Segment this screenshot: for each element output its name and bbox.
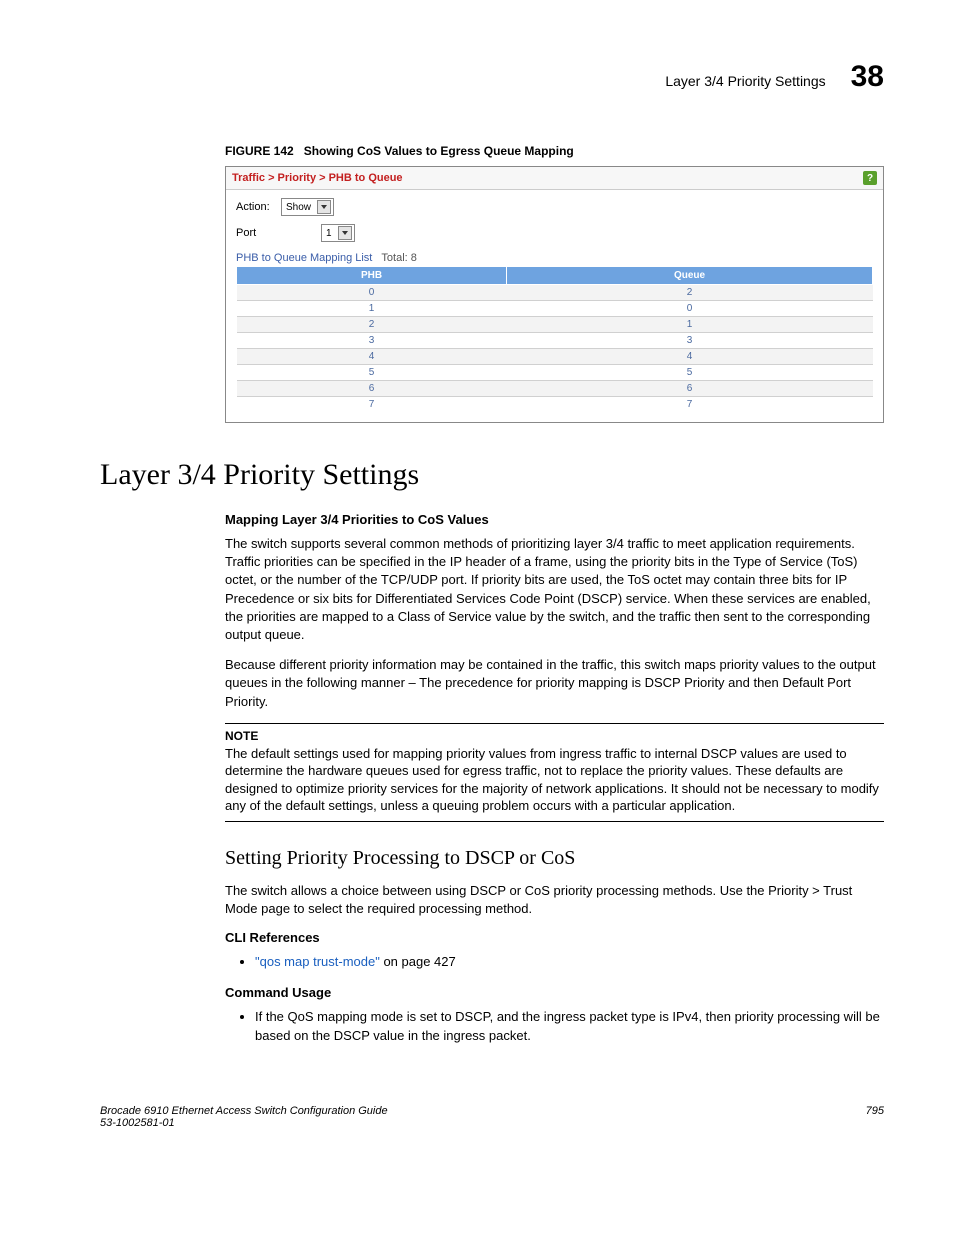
figure-caption-text: Showing CoS Values to Egress Queue Mappi… — [304, 144, 574, 158]
subheading-dscp-cos: Setting Priority Processing to DSCP or C… — [225, 847, 884, 870]
cell-phb: 6 — [237, 381, 507, 397]
mapping-table: PHB Queue 0210213344556677 — [236, 266, 873, 412]
figure-caption: FIGURE 142 Showing CoS Values to Egress … — [225, 144, 884, 158]
paragraph: Because different priority information m… — [225, 656, 884, 711]
cell-queue: 7 — [507, 397, 873, 413]
port-select[interactable]: 1 — [321, 224, 355, 242]
page-footer: Brocade 6910 Ethernet Access Switch Conf… — [100, 1105, 884, 1129]
cell-queue: 1 — [507, 317, 873, 333]
table-row: 21 — [237, 317, 873, 333]
footer-page-number: 795 — [866, 1105, 884, 1129]
cell-phb: 2 — [237, 317, 507, 333]
cell-queue: 6 — [507, 381, 873, 397]
mapping-list-title: PHB to Queue Mapping List Total: 8 — [236, 252, 873, 264]
cli-link[interactable]: "qos map trust-mode" — [255, 954, 380, 969]
command-usage-title: Command Usage — [225, 985, 884, 1000]
note-block: NOTE The default settings used for mappi… — [225, 723, 884, 822]
chapter-number: 38 — [851, 60, 884, 94]
action-select[interactable]: Show — [281, 198, 334, 216]
footer-doc-id: 53-1002581-01 — [100, 1117, 388, 1129]
cell-queue: 3 — [507, 333, 873, 349]
cell-phb: 1 — [237, 301, 507, 317]
breadcrumb: Traffic > Priority > PHB to Queue — [232, 172, 403, 184]
action-value: Show — [286, 202, 311, 213]
footer-doc-title: Brocade 6910 Ethernet Access Switch Conf… — [100, 1105, 388, 1117]
list-item: "qos map trust-mode" on page 427 — [255, 953, 884, 971]
cli-references-title: CLI References — [225, 930, 884, 945]
col-phb: PHB — [237, 267, 507, 285]
table-row: 55 — [237, 365, 873, 381]
cell-phb: 3 — [237, 333, 507, 349]
list-title-text: PHB to Queue Mapping List — [236, 252, 372, 264]
table-row: 66 — [237, 381, 873, 397]
header-section: Layer 3/4 Priority Settings — [665, 73, 825, 89]
action-label: Action: — [236, 201, 281, 213]
help-icon[interactable]: ? — [863, 171, 877, 185]
list-total: Total: 8 — [381, 252, 416, 264]
note-text: The default settings used for mapping pr… — [225, 745, 884, 815]
panel-header: Traffic > Priority > PHB to Queue ? — [226, 167, 883, 190]
note-title: NOTE — [225, 729, 884, 743]
col-queue: Queue — [507, 267, 873, 285]
table-row: 33 — [237, 333, 873, 349]
cell-phb: 4 — [237, 349, 507, 365]
table-row: 44 — [237, 349, 873, 365]
page-title: Layer 3/4 Priority Settings — [100, 458, 884, 492]
port-label: Port — [236, 227, 321, 239]
cell-phb: 5 — [237, 365, 507, 381]
chevron-down-icon — [317, 200, 331, 214]
cell-phb: 7 — [237, 397, 507, 413]
list-item: If the QoS mapping mode is set to DSCP, … — [255, 1008, 884, 1044]
chevron-down-icon — [338, 226, 352, 240]
config-panel: Traffic > Priority > PHB to Queue ? Acti… — [225, 166, 884, 423]
table-row: 77 — [237, 397, 873, 413]
table-row: 02 — [237, 285, 873, 301]
cell-queue: 2 — [507, 285, 873, 301]
figure-label: FIGURE 142 — [225, 144, 294, 158]
table-row: 10 — [237, 301, 873, 317]
cell-phb: 0 — [237, 285, 507, 301]
cli-page-ref: on page 427 — [380, 954, 456, 969]
subheading-mapping: Mapping Layer 3/4 Priorities to CoS Valu… — [225, 512, 884, 527]
cell-queue: 4 — [507, 349, 873, 365]
paragraph: The switch supports several common metho… — [225, 535, 884, 644]
cell-queue: 0 — [507, 301, 873, 317]
paragraph: The switch allows a choice between using… — [225, 882, 884, 918]
port-value: 1 — [326, 228, 332, 239]
cell-queue: 5 — [507, 365, 873, 381]
